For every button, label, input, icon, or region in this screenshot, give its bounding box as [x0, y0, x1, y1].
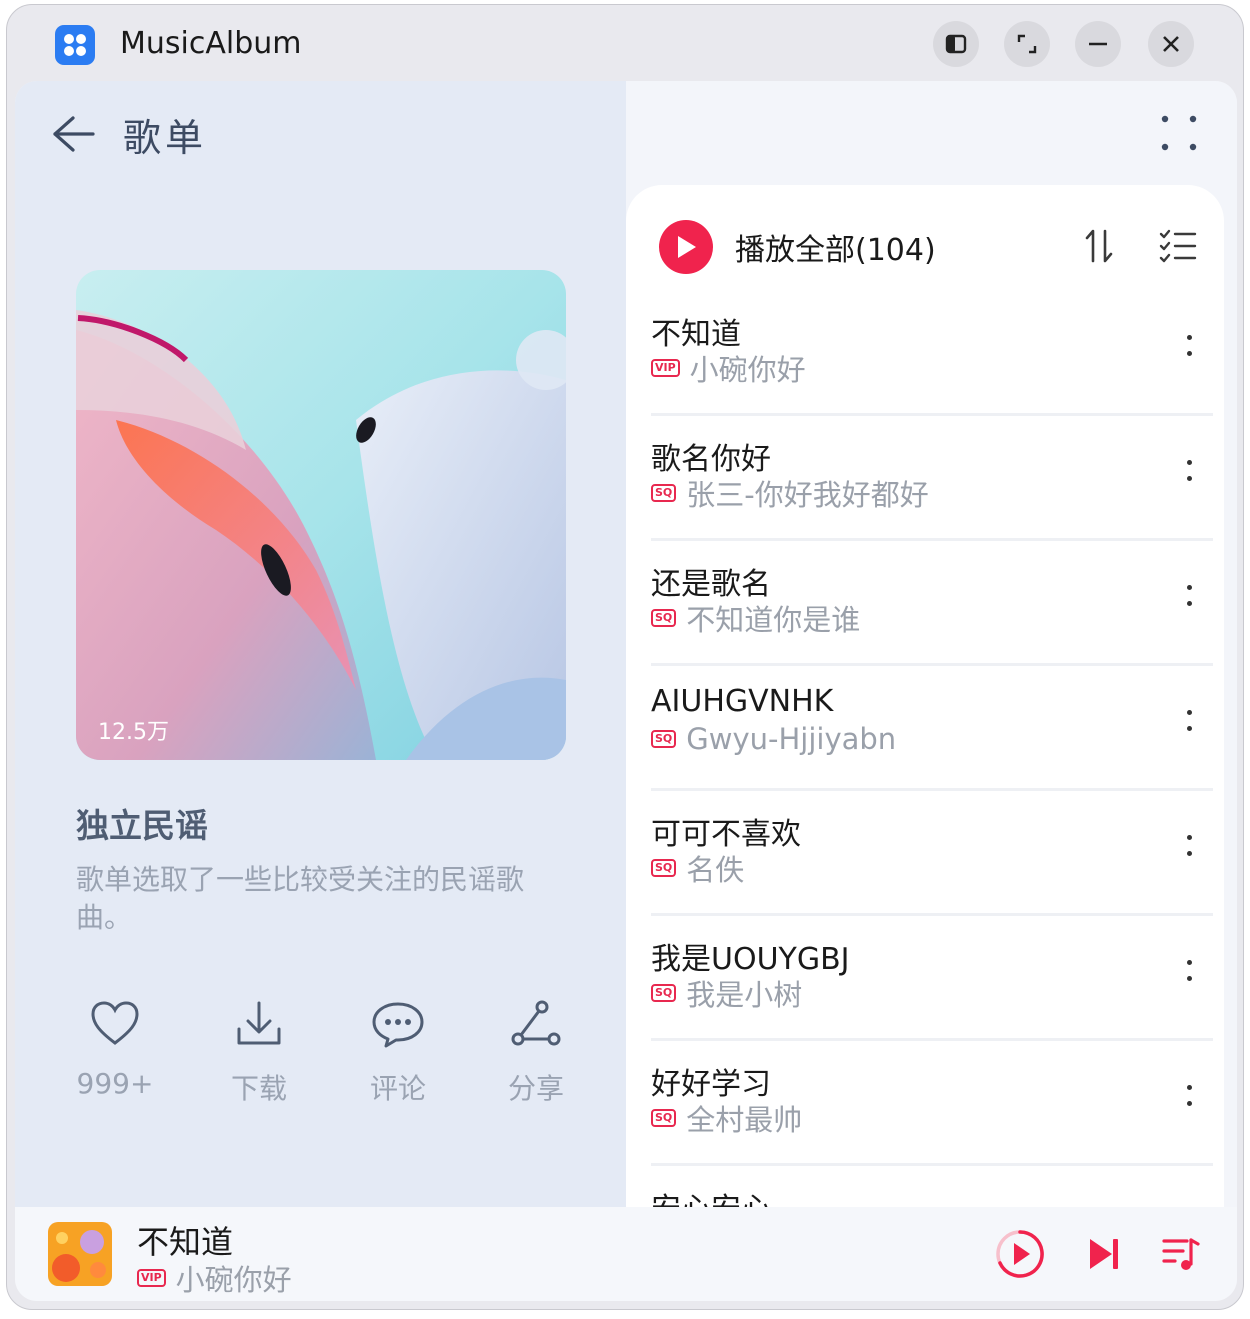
now-playing-artist: 小碗你好	[175, 1263, 292, 1297]
download-label: 下载	[230, 1072, 287, 1105]
quality-badge: SQ	[651, 984, 677, 1002]
quality-badge: SQ	[651, 484, 677, 502]
play-count: 12.5万	[98, 720, 169, 745]
playlist-name: 独立民谣	[76, 806, 208, 845]
quality-badge: VIP	[137, 1269, 166, 1287]
next-track-icon[interactable]	[1087, 1236, 1121, 1272]
close-button[interactable]	[1148, 21, 1194, 67]
song-more-icon[interactable]	[1179, 835, 1199, 867]
download-icon	[237, 1001, 281, 1045]
minimize-icon	[1089, 42, 1107, 46]
song-more-icon[interactable]	[1179, 335, 1199, 367]
close-icon	[1163, 36, 1179, 52]
song-subtitle: VIP 小碗你好	[651, 347, 806, 389]
quality-badge: SQ	[651, 1109, 677, 1127]
main-content: 歌单 12.5万 独立民谣 歌单选取了一些比较受关注的民谣歌曲。 999+ 下载…	[15, 81, 1237, 1301]
song-subtitle: SQ 不知道你是谁	[651, 597, 860, 639]
song-subtitle: SQ Gwyu-Hjjiyabn	[651, 722, 896, 756]
multi-select-icon[interactable]	[1159, 229, 1197, 263]
song-list-card: 播放全部(104) 不知道 VIP 小碗你好 歌名你好 SQ 张三-你好我好都好…	[626, 185, 1224, 1231]
song-artist: 小碗你好	[689, 353, 806, 387]
comment-button[interactable]: 评论	[348, 999, 448, 1107]
playlist-queue-icon[interactable]	[1161, 1236, 1201, 1272]
quality-badge: SQ	[651, 609, 677, 627]
play-pause-icon[interactable]	[994, 1228, 1046, 1280]
play-all-button[interactable]: 播放全部(104)	[659, 219, 936, 275]
page-title: 歌单	[123, 115, 208, 160]
song-more-icon[interactable]	[1179, 710, 1199, 742]
play-all-icon	[659, 220, 713, 274]
minimize-button[interactable]	[1075, 21, 1121, 67]
comment-icon	[372, 1002, 424, 1048]
song-subtitle: SQ 全村最帅	[651, 1097, 802, 1139]
song-artist: Gwyu-Hjjiyabn	[686, 722, 897, 756]
comment-label: 评论	[369, 1072, 426, 1105]
song-row[interactable]: 不知道 VIP 小碗你好	[651, 291, 1213, 416]
app-title: MusicAlbum	[120, 26, 302, 61]
sort-icon[interactable]	[1084, 229, 1114, 263]
song-artist: 名佚	[686, 853, 745, 887]
song-subtitle: SQ 张三-你好我好都好	[651, 472, 929, 514]
like-button[interactable]: 999+	[65, 999, 165, 1100]
mini-player[interactable]: 不知道 VIP 小碗你好	[15, 1207, 1237, 1301]
maximize-button[interactable]	[1004, 21, 1050, 67]
share-icon	[511, 1000, 561, 1046]
song-row[interactable]: 还是歌名 SQ 不知道你是谁	[651, 541, 1213, 666]
song-artist: 张三-你好我好都好	[686, 478, 929, 512]
song-more-icon[interactable]	[1179, 585, 1199, 617]
playlist-actions: 999+ 下载 评论 分享	[65, 999, 585, 1109]
playlist-description: 歌单选取了一些比较受关注的民谣歌曲。	[76, 863, 525, 934]
back-arrow-icon[interactable]	[51, 114, 95, 154]
like-count: 999+	[76, 1067, 154, 1100]
song-row[interactable]: 好好学习 SQ 全村最帅	[651, 1041, 1213, 1166]
app-window: MusicAlbum 歌单 12.5万 独立民谣 歌单选取了一些比较受关注的民谣…	[6, 4, 1244, 1310]
song-list: 不知道 VIP 小碗你好 歌名你好 SQ 张三-你好我好都好 还是歌名 SQ 不…	[651, 291, 1213, 1288]
split-view-button[interactable]	[933, 21, 979, 67]
song-row[interactable]: 歌名你好 SQ 张三-你好我好都好	[651, 416, 1213, 541]
app-logo-icon	[55, 25, 95, 65]
quality-badge: VIP	[651, 359, 680, 377]
song-artist: 我是小树	[686, 978, 803, 1012]
song-row[interactable]: 可可不喜欢 SQ 名佚	[651, 791, 1213, 916]
now-playing-subtitle: VIP 小碗你好	[137, 1257, 292, 1299]
maximize-icon	[1017, 34, 1037, 54]
song-list-panel: 播放全部(104) 不知道 VIP 小碗你好 歌名你好 SQ 张三-你好我好都好…	[626, 81, 1237, 1231]
song-artist: 全村最帅	[686, 1103, 803, 1137]
quality-badge: SQ	[651, 859, 677, 877]
split-view-icon	[945, 34, 967, 54]
song-artist: 不知道你是谁	[686, 603, 861, 637]
play-all-label: 播放全部(104)	[735, 233, 936, 268]
download-button[interactable]: 下载	[209, 999, 309, 1107]
more-grid-icon[interactable]	[1159, 113, 1199, 153]
song-more-icon[interactable]	[1179, 1085, 1199, 1117]
title-bar: MusicAlbum	[7, 5, 1243, 83]
header: 歌单	[51, 111, 207, 160]
playlist-cover[interactable]: 12.5万	[76, 270, 566, 760]
song-subtitle: SQ 我是小树	[651, 972, 802, 1014]
cover-artwork	[76, 270, 566, 760]
share-button[interactable]: 分享	[486, 999, 586, 1107]
now-playing-cover[interactable]	[48, 1222, 112, 1286]
song-subtitle: SQ 名佚	[651, 847, 744, 889]
song-row[interactable]: AIUHGVNHK SQ Gwyu-Hjjiyabn	[651, 666, 1213, 791]
share-label: 分享	[507, 1072, 564, 1105]
song-row[interactable]: 我是UOUYGBJ SQ 我是小树	[651, 916, 1213, 1041]
playlist-detail-panel: 歌单 12.5万 独立民谣 歌单选取了一些比较受关注的民谣歌曲。 999+ 下载…	[15, 81, 626, 1207]
heart-icon	[91, 1001, 139, 1045]
song-more-icon[interactable]	[1179, 960, 1199, 992]
song-title: AIUHGVNHK	[651, 684, 834, 719]
quality-badge: SQ	[651, 730, 677, 748]
song-more-icon[interactable]	[1179, 460, 1199, 492]
